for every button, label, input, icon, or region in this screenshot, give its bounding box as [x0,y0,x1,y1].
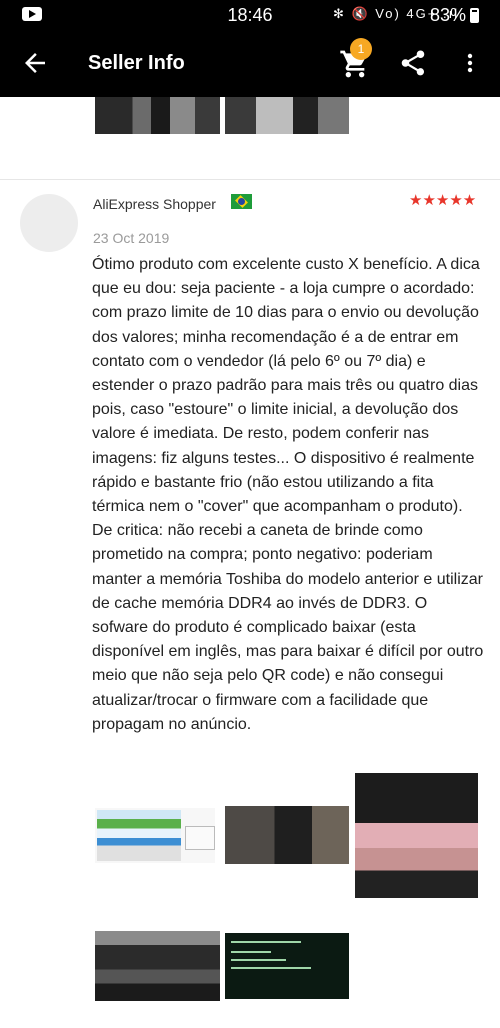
battery-icon [470,8,479,23]
brazil-flag-icon [231,194,252,209]
reviewer-name: AliExpress Shopper [93,196,216,212]
page-title: Seller Info [88,52,185,74]
review-text: Ótimo produto com excelente custo X bene… [92,256,484,733]
review-photo[interactable] [225,97,349,134]
battery-percent: 83% [430,5,467,25]
app-bar: Seller Info 1 [0,30,500,97]
avatar [20,194,78,252]
review-photo[interactable] [355,773,478,898]
cart-count-badge: 1 [350,38,372,60]
share-icon[interactable] [398,48,428,78]
divider [0,179,500,180]
rating-stars: ★★★★★ [409,192,477,209]
review-photo[interactable] [95,931,220,1001]
review-photo[interactable] [225,933,349,999]
arrow-left-icon[interactable] [20,48,50,78]
review-photo[interactable] [95,97,220,134]
review-date: 23 Oct 2019 [93,230,170,246]
review-photo[interactable] [225,806,349,864]
status-bar: 18:46 ✻ 🔇 Vo) 4G+ .ıl 83% [0,0,500,30]
review-photo[interactable] [95,808,215,863]
more-vertical-icon[interactable] [458,48,482,78]
